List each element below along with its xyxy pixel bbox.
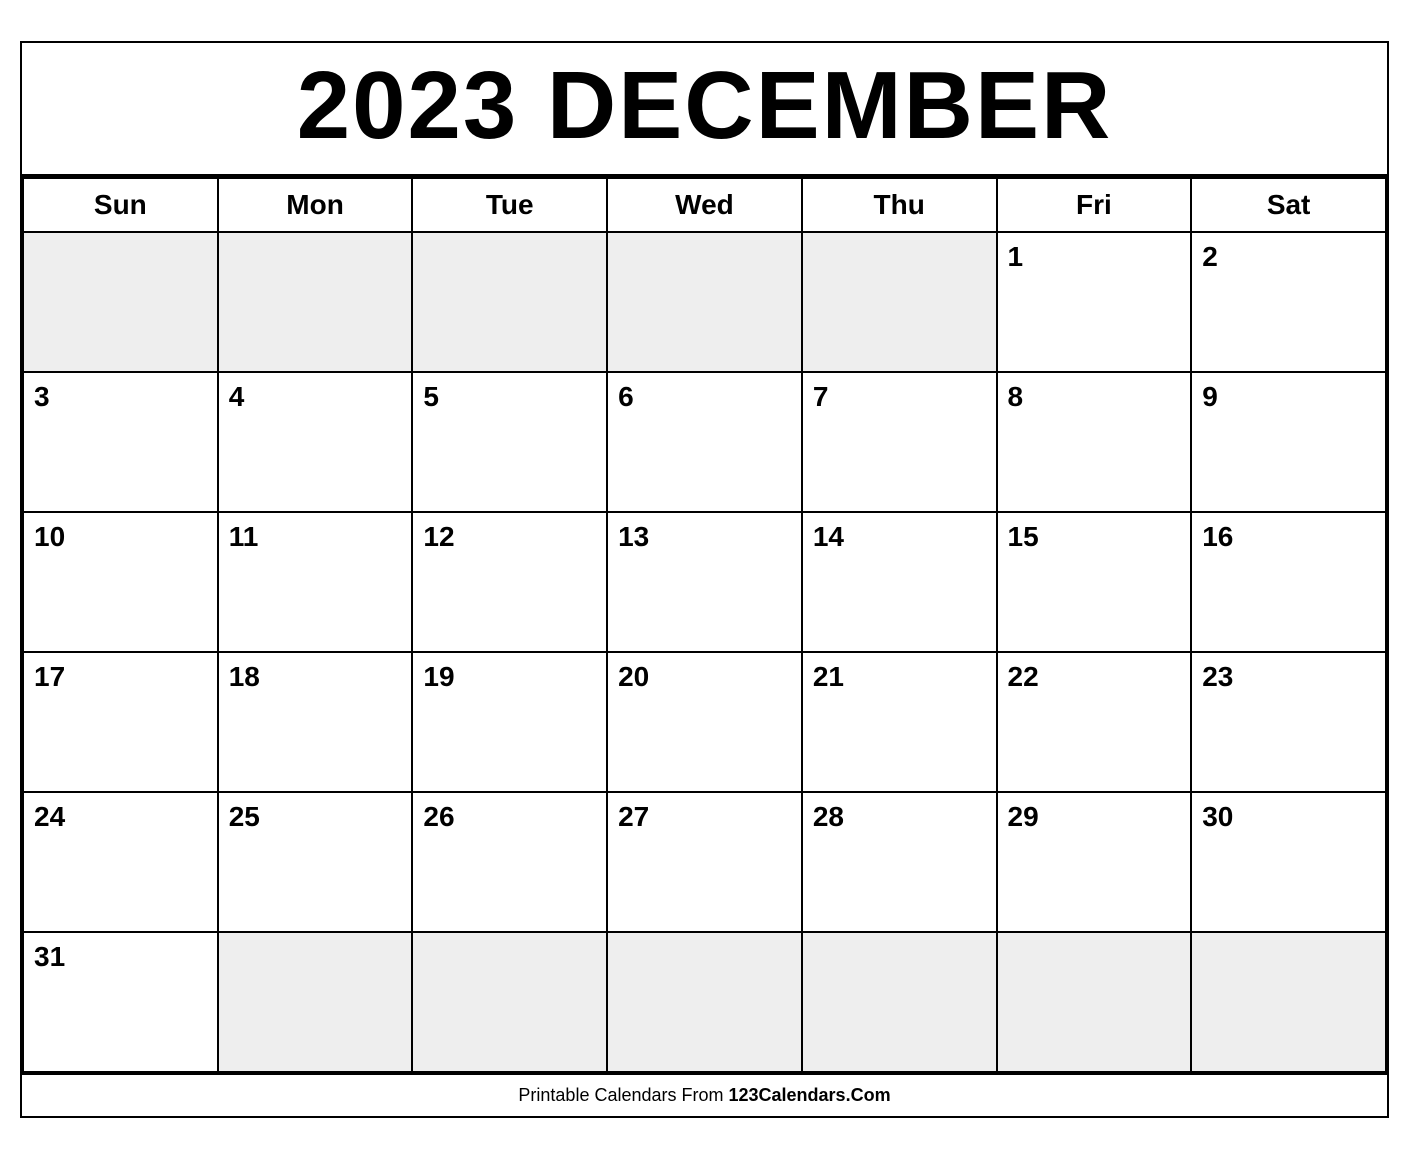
calendar-day-cell: 1 <box>997 232 1192 372</box>
calendar-day-cell: 17 <box>23 652 218 792</box>
calendar-day-cell <box>23 232 218 372</box>
calendar-day-cell <box>218 932 413 1072</box>
calendar-day-cell: 30 <box>1191 792 1386 932</box>
calendar-day-cell: 20 <box>607 652 802 792</box>
calendar-footer: Printable Calendars From 123Calendars.Co… <box>22 1073 1387 1116</box>
calendar-day-cell: 26 <box>412 792 607 932</box>
calendar-day-cell <box>997 932 1192 1072</box>
calendar-grid: SunMonTueWedThuFriSat 123456789101112131… <box>22 177 1387 1073</box>
calendar-day-cell: 9 <box>1191 372 1386 512</box>
calendar-week-row: 10111213141516 <box>23 512 1386 652</box>
day-of-week-header: Sat <box>1191 178 1386 232</box>
calendar-day-cell: 24 <box>23 792 218 932</box>
calendar-day-cell: 11 <box>218 512 413 652</box>
calendar-day-cell: 15 <box>997 512 1192 652</box>
calendar-day-cell: 29 <box>997 792 1192 932</box>
calendar-week-row: 31 <box>23 932 1386 1072</box>
calendar-day-cell <box>412 932 607 1072</box>
day-of-week-header: Mon <box>218 178 413 232</box>
calendar-day-cell: 28 <box>802 792 997 932</box>
calendar-day-cell: 19 <box>412 652 607 792</box>
calendar-day-cell: 23 <box>1191 652 1386 792</box>
calendar-day-cell <box>607 932 802 1072</box>
calendar-day-cell: 14 <box>802 512 997 652</box>
calendar-week-row: 3456789 <box>23 372 1386 512</box>
calendar-day-cell: 21 <box>802 652 997 792</box>
calendar-day-cell: 2 <box>1191 232 1386 372</box>
calendar-day-cell: 10 <box>23 512 218 652</box>
calendar-day-cell <box>607 232 802 372</box>
calendar-title: 2023 DECEMBER <box>22 43 1387 177</box>
calendar-day-cell <box>218 232 413 372</box>
day-of-week-header: Thu <box>802 178 997 232</box>
day-of-week-header: Wed <box>607 178 802 232</box>
calendar-day-cell <box>802 232 997 372</box>
day-of-week-header: Tue <box>412 178 607 232</box>
calendar-day-cell: 27 <box>607 792 802 932</box>
calendar-week-row: 12 <box>23 232 1386 372</box>
calendar-day-cell: 22 <box>997 652 1192 792</box>
calendar-day-cell: 6 <box>607 372 802 512</box>
day-of-week-header: Fri <box>997 178 1192 232</box>
footer-brand: 123Calendars.Com <box>729 1085 891 1105</box>
calendar-day-cell <box>412 232 607 372</box>
calendar-day-cell <box>802 932 997 1072</box>
calendar-week-row: 24252627282930 <box>23 792 1386 932</box>
footer-text: Printable Calendars From <box>518 1085 728 1105</box>
calendar-day-cell: 25 <box>218 792 413 932</box>
day-of-week-header: Sun <box>23 178 218 232</box>
calendar-day-cell: 16 <box>1191 512 1386 652</box>
calendar-day-cell <box>1191 932 1386 1072</box>
calendar-day-cell: 13 <box>607 512 802 652</box>
calendar-day-cell: 12 <box>412 512 607 652</box>
days-of-week-row: SunMonTueWedThuFriSat <box>23 178 1386 232</box>
calendar-day-cell: 4 <box>218 372 413 512</box>
calendar-day-cell: 5 <box>412 372 607 512</box>
calendar-container: 2023 DECEMBER SunMonTueWedThuFriSat 1234… <box>20 41 1389 1118</box>
calendar-week-row: 17181920212223 <box>23 652 1386 792</box>
calendar-day-cell: 31 <box>23 932 218 1072</box>
calendar-day-cell: 3 <box>23 372 218 512</box>
calendar-day-cell: 8 <box>997 372 1192 512</box>
calendar-day-cell: 7 <box>802 372 997 512</box>
calendar-day-cell: 18 <box>218 652 413 792</box>
